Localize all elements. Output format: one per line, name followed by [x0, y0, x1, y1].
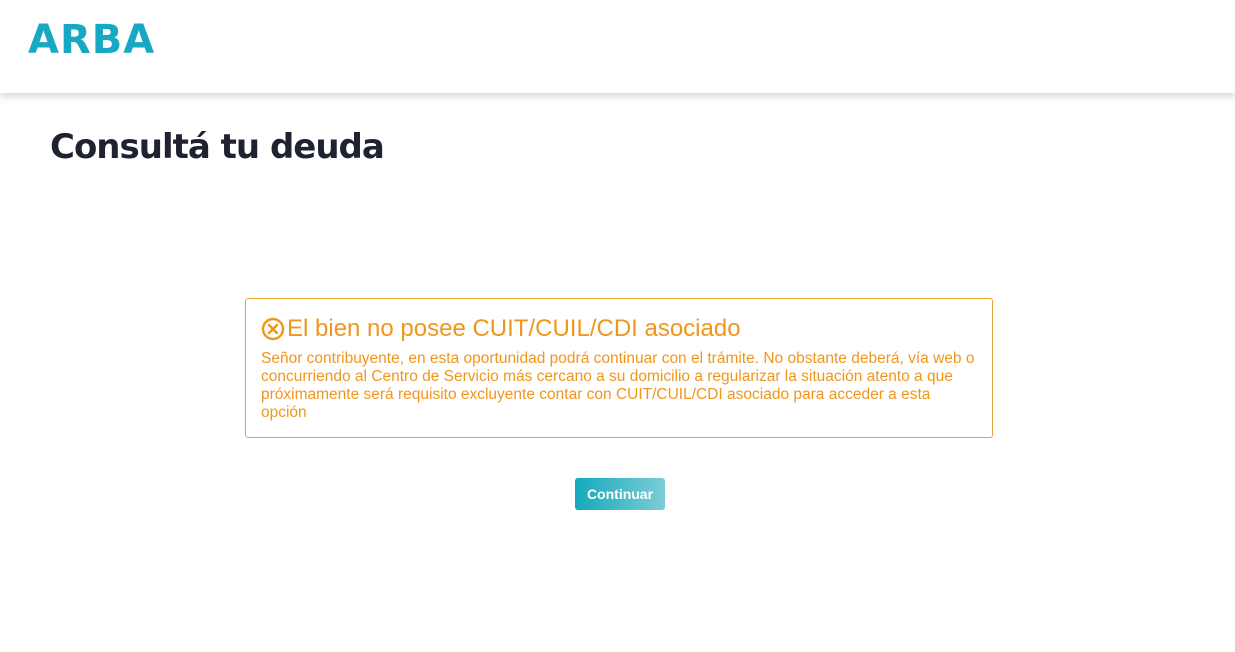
page-title: Consultá tu deuda	[50, 127, 385, 167]
alert-message: Señor contribuyente, en esta oportunidad…	[261, 350, 975, 421]
top-header: ARBA	[0, 0, 1235, 93]
continue-button[interactable]: Continuar	[575, 478, 665, 510]
alert-header: El bien no posee CUIT/CUIL/CDI asociado	[261, 313, 977, 345]
arba-logo[interactable]: ARBA	[28, 17, 155, 63]
alert-title: El bien no posee CUIT/CUIL/CDI asociado	[287, 315, 741, 342]
circle-x-icon	[261, 317, 285, 341]
warning-alert: El bien no posee CUIT/CUIL/CDI asociado …	[245, 298, 993, 438]
